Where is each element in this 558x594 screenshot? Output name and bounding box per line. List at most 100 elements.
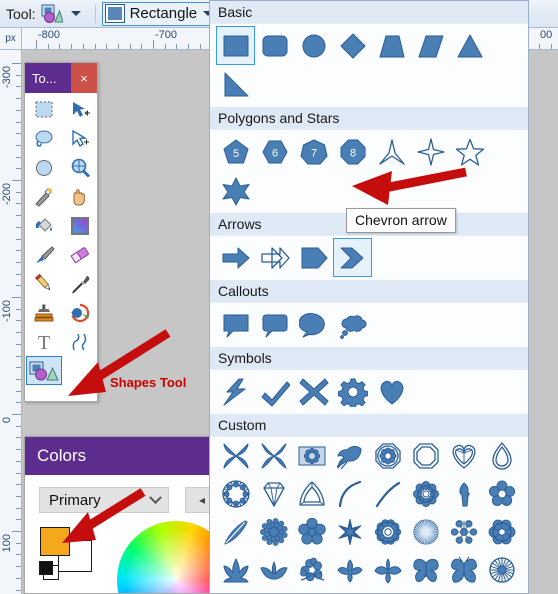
shape-octagon[interactable]: 8	[333, 132, 372, 171]
shape-bud[interactable]	[445, 475, 483, 513]
shape-triangle[interactable]	[450, 26, 489, 65]
shape-lace-bouquet[interactable]	[255, 589, 293, 593]
shape-trapezoid[interactable]	[372, 26, 411, 65]
shape-cloud-callout[interactable]	[333, 305, 372, 344]
sidebar-item-ellipse-select-tool[interactable]	[26, 153, 62, 182]
shape-lace-crest[interactable]	[293, 589, 331, 593]
shape-parallelogram[interactable]	[411, 26, 450, 65]
shape-lace-face[interactable]	[445, 589, 483, 593]
shape-fleur-b[interactable]	[369, 551, 407, 589]
ruler-unit-label[interactable]: px	[0, 28, 22, 50]
shape-pear-gem[interactable]	[483, 437, 521, 475]
shape-rectangle-callout[interactable]	[216, 305, 255, 344]
sidebar-item-move-selection-tool[interactable]	[62, 124, 98, 153]
shape-lace-mask[interactable]	[407, 589, 445, 593]
shape-four-point-star[interactable]	[411, 132, 450, 171]
chevron-down-icon[interactable]	[70, 11, 81, 16]
shape-chevron-arrow[interactable]	[333, 238, 372, 277]
shape-daisy[interactable]	[369, 513, 407, 551]
sidebar-item-paintbrush-tool[interactable]	[26, 240, 62, 269]
shape-bird[interactable]	[331, 437, 369, 475]
sidebar-item-shapes-tool[interactable]	[26, 356, 62, 385]
shape-three-point-star[interactable]	[372, 132, 411, 171]
sidebar-item-paint-bucket-tool[interactable]	[26, 211, 62, 240]
shape-lace-moth[interactable]	[369, 589, 407, 593]
shape-fleur-a[interactable]	[331, 551, 369, 589]
shape-trillion-cut[interactable]	[293, 475, 331, 513]
shape-pinwheel-fan[interactable]	[483, 551, 521, 589]
shape-rectangle[interactable]	[216, 26, 255, 65]
shape-arrow[interactable]	[216, 238, 255, 277]
shape-lotus-wide[interactable]	[255, 551, 293, 589]
shape-rounded-callout[interactable]	[255, 305, 294, 344]
shape-floral-spray[interactable]	[293, 551, 331, 589]
shape-butterfly-b[interactable]	[445, 551, 483, 589]
shape-check-mark[interactable]	[255, 372, 294, 411]
shape-petal-cluster[interactable]	[483, 513, 521, 551]
shape-four-pointed-cross[interactable]	[217, 437, 255, 475]
shape-sunburst[interactable]	[407, 513, 445, 551]
shape-right-triangle[interactable]	[216, 65, 255, 104]
shape-five-point-star[interactable]	[450, 132, 489, 171]
sidebar-item-pencil-tool[interactable]	[26, 269, 62, 298]
shape-hexagon[interactable]: 6	[255, 132, 294, 171]
shape-ellipse[interactable]	[294, 26, 333, 65]
shape-diamond-cut[interactable]	[255, 475, 293, 513]
shape-curve-stroke-b[interactable]	[369, 475, 407, 513]
sidebar-item-recolor-tool[interactable]	[62, 298, 98, 327]
shape-lotus[interactable]	[217, 551, 255, 589]
shape-heptagon[interactable]: 7	[294, 132, 333, 171]
swap-colors-icon[interactable]: ⇄	[74, 525, 85, 541]
sidebar-item-gradient-tool[interactable]	[62, 211, 98, 240]
sidebar-item-eraser-tool[interactable]	[62, 240, 98, 269]
shapes-picker-panel[interactable]: Basic Polygons and Stars 5 6 7 8 Arrows Callout…	[209, 0, 529, 594]
shape-lightning-bolt[interactable]	[216, 372, 255, 411]
shape-double-arrow[interactable]	[255, 238, 294, 277]
shape-heart[interactable]	[372, 372, 411, 411]
sidebar-item-zoom-tool[interactable]	[62, 153, 98, 182]
shape-lace-butterfly[interactable]	[331, 589, 369, 593]
sidebar-item-line-curve-tool[interactable]	[62, 327, 98, 356]
shape-pentagon-arrow[interactable]	[294, 238, 333, 277]
shape-emerald-cut[interactable]	[407, 437, 445, 475]
shape-six-point-star[interactable]	[216, 171, 255, 210]
sidebar-item-text-tool[interactable]: T	[26, 327, 62, 356]
shape-x-mark[interactable]	[294, 372, 333, 411]
sidebar-item-clone-stamp-tool[interactable]	[26, 298, 62, 327]
shape-blossom-five[interactable]	[483, 475, 521, 513]
color-wheel[interactable]	[117, 521, 209, 593]
shape-four-lobe-star[interactable]	[255, 437, 293, 475]
sidebar-item-lasso-select-tool[interactable]	[26, 124, 62, 153]
close-icon[interactable]: ×	[71, 63, 97, 93]
shape-flower-rosette[interactable]	[407, 475, 445, 513]
more-colors-button[interactable]: ◂	[185, 487, 209, 513]
vertical-ruler[interactable]: -300 -200 -100 0 100	[0, 50, 22, 594]
shape-rosette-octagon[interactable]	[369, 437, 407, 475]
sidebar-item-move-selected-tool[interactable]	[62, 95, 98, 124]
sidebar-item-magic-wand-tool[interactable]	[26, 182, 62, 211]
shape-round-brilliant[interactable]	[217, 475, 255, 513]
shape-curve-stroke-a[interactable]	[331, 475, 369, 513]
shape-gear[interactable]	[333, 372, 372, 411]
shape-pompom[interactable]	[255, 513, 293, 551]
color-channel-select[interactable]: Primary	[39, 487, 169, 513]
shape-atom-flower[interactable]	[445, 513, 483, 551]
reset-colors-primary-icon[interactable]	[39, 561, 53, 575]
primary-color-swatch[interactable]	[40, 527, 70, 556]
shape-diamond[interactable]	[333, 26, 372, 65]
shape-lace-fan[interactable]	[483, 589, 521, 593]
shape-five-circle-flower[interactable]	[293, 513, 331, 551]
shape-lace-crown[interactable]	[217, 589, 255, 593]
sidebar-item-color-picker-tool[interactable]	[62, 269, 98, 298]
sidebar-item-pan-tool[interactable]	[62, 182, 98, 211]
shape-type-combo[interactable]: Rectangle	[101, 1, 219, 26]
colors-window-titlebar[interactable]: Colors	[25, 437, 209, 475]
shape-ornament-rect[interactable]	[293, 437, 331, 475]
shape-ellipse-callout[interactable]	[294, 305, 333, 344]
shape-starflower[interactable]	[331, 513, 369, 551]
tools-window-titlebar[interactable]: To... ×	[25, 63, 97, 93]
shape-heart-gem[interactable]	[445, 437, 483, 475]
shape-pentagon[interactable]: 5	[216, 132, 255, 171]
shapes-tool-icon[interactable]	[41, 4, 64, 24]
shape-rounded-rectangle[interactable]	[255, 26, 294, 65]
